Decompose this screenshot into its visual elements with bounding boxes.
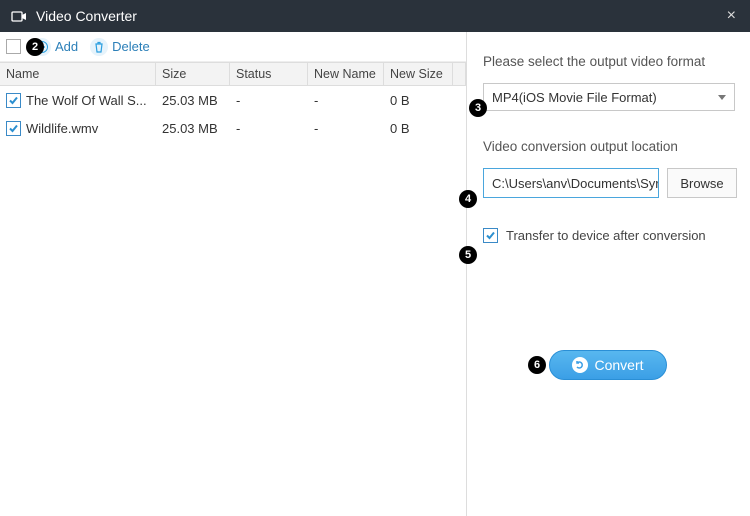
titlebar: Video Converter × bbox=[0, 0, 750, 32]
output-location-input[interactable]: C:\Users\anv\Documents\Syr bbox=[483, 168, 659, 198]
table-row[interactable]: Wildlife.wmv 25.03 MB - - 0 B bbox=[0, 114, 466, 142]
format-value: MP4(iOS Movie File Format) bbox=[492, 90, 657, 105]
browse-button[interactable]: Browse bbox=[667, 168, 737, 198]
settings-panel: Please select the output video format MP… bbox=[467, 32, 750, 516]
col-size-header[interactable]: Size bbox=[156, 63, 230, 85]
file-newsize: 0 B bbox=[384, 121, 453, 136]
file-status: - bbox=[230, 121, 308, 136]
file-size: 25.03 MB bbox=[156, 121, 230, 136]
step-badge-6: 6 bbox=[528, 356, 546, 374]
step-badge-5: 5 bbox=[459, 246, 477, 264]
grid-header: Name Size Status New Name New Size bbox=[0, 62, 466, 86]
transfer-label: Transfer to device after conversion bbox=[506, 228, 706, 243]
select-all-checkbox[interactable] bbox=[6, 39, 21, 54]
window-title: Video Converter bbox=[36, 8, 723, 24]
convert-button[interactable]: Convert bbox=[549, 350, 667, 380]
browse-label: Browse bbox=[680, 176, 723, 191]
file-status: - bbox=[230, 93, 308, 108]
col-name-header[interactable]: Name bbox=[0, 63, 156, 85]
file-name: Wildlife.wmv bbox=[26, 121, 98, 136]
delete-label: Delete bbox=[112, 39, 150, 54]
file-list-panel: Add Delete 2 Name Size Status New Name N… bbox=[0, 32, 467, 516]
toolbar: Add Delete 2 bbox=[0, 32, 466, 62]
format-select[interactable]: MP4(iOS Movie File Format) bbox=[483, 83, 735, 111]
col-newsize-header[interactable]: New Size bbox=[384, 63, 453, 85]
convert-icon bbox=[572, 357, 588, 373]
close-button[interactable]: × bbox=[723, 7, 740, 25]
app-icon bbox=[10, 7, 28, 25]
transfer-checkbox[interactable] bbox=[483, 228, 498, 243]
delete-button[interactable]: Delete bbox=[90, 38, 150, 56]
file-name: The Wolf Of Wall S... bbox=[26, 93, 147, 108]
chevron-down-icon bbox=[718, 95, 726, 100]
file-newsize: 0 B bbox=[384, 93, 453, 108]
table-row[interactable]: The Wolf Of Wall S... 25.03 MB - - 0 B bbox=[0, 86, 466, 114]
convert-label: Convert bbox=[594, 357, 643, 373]
file-newname: - bbox=[308, 121, 384, 136]
add-label: Add bbox=[55, 39, 78, 54]
col-rest-header bbox=[453, 63, 466, 85]
output-location-value: C:\Users\anv\Documents\Syr bbox=[492, 176, 659, 191]
row-checkbox[interactable] bbox=[6, 121, 21, 136]
row-checkbox[interactable] bbox=[6, 93, 21, 108]
step-badge-2: 2 bbox=[26, 38, 44, 56]
step-badge-3: 3 bbox=[469, 99, 487, 117]
delete-icon bbox=[90, 38, 108, 56]
location-label: Video conversion output location bbox=[483, 139, 737, 154]
file-newname: - bbox=[308, 93, 384, 108]
format-label: Please select the output video format bbox=[483, 54, 737, 69]
step-badge-4: 4 bbox=[459, 190, 477, 208]
grid-body: The Wolf Of Wall S... 25.03 MB - - 0 B W… bbox=[0, 86, 466, 142]
col-newname-header[interactable]: New Name bbox=[308, 63, 384, 85]
col-status-header[interactable]: Status bbox=[230, 63, 308, 85]
file-size: 25.03 MB bbox=[156, 93, 230, 108]
